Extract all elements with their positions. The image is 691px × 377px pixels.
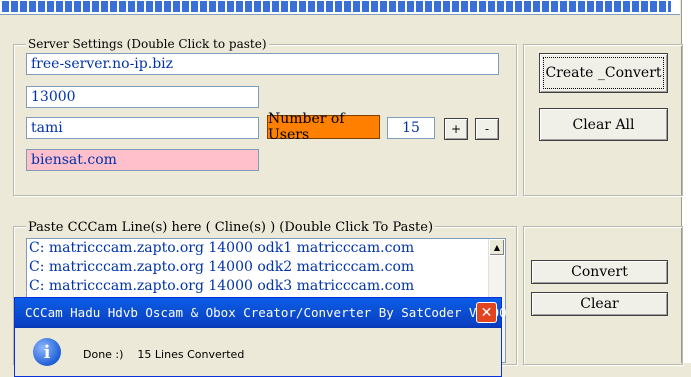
- cline-line: C: matricccam.zapto.org 14000 odk1 matri…: [29, 240, 415, 256]
- progress-fill: [2, 1, 671, 12]
- convert-button[interactable]: Convert: [531, 260, 668, 284]
- create-convert-button[interactable]: Create _Convert: [539, 53, 668, 93]
- progress-bar: [0, 0, 680, 15]
- username-field[interactable]: tami: [26, 117, 259, 139]
- close-icon[interactable]: ✕: [476, 302, 497, 323]
- scroll-up-icon[interactable]: ▲: [489, 239, 505, 256]
- increment-users-button[interactable]: +: [444, 118, 468, 140]
- dialog-title: CCCam Hadu Hdvb Oscam & Obox Creator/Con…: [25, 305, 507, 320]
- number-of-users-field[interactable]: 15: [387, 117, 435, 139]
- cline-legend: Paste CCCam Line(s) here ( Cline(s) ) (D…: [26, 220, 436, 235]
- clear-button[interactable]: Clear: [531, 292, 668, 316]
- clear-all-button[interactable]: Clear All: [539, 108, 668, 141]
- server-host-field[interactable]: free-server.no-ip.biz: [26, 53, 499, 75]
- server-settings-legend: Server Settings (Double Click to paste): [26, 37, 269, 51]
- dialog-titlebar[interactable]: CCCam Hadu Hdvb Oscam & Obox Creator/Con…: [15, 298, 507, 328]
- cline-line: C: matricccam.zapto.org 14000 odk3 matri…: [29, 278, 415, 294]
- password-field[interactable]: biensat.com: [26, 149, 259, 171]
- dialog-message: Done :) 15 Lines Converted: [83, 348, 245, 361]
- message-dialog: CCCam Hadu Hdvb Oscam & Obox Creator/Con…: [14, 297, 507, 377]
- decrement-users-button[interactable]: -: [475, 118, 499, 140]
- info-icon: i: [33, 338, 61, 366]
- number-of-users-label: Number of Users: [267, 111, 380, 143]
- server-port-field[interactable]: 13000: [26, 86, 259, 108]
- cline-line: C: matricccam.zapto.org 14000 odk2 matri…: [29, 259, 415, 275]
